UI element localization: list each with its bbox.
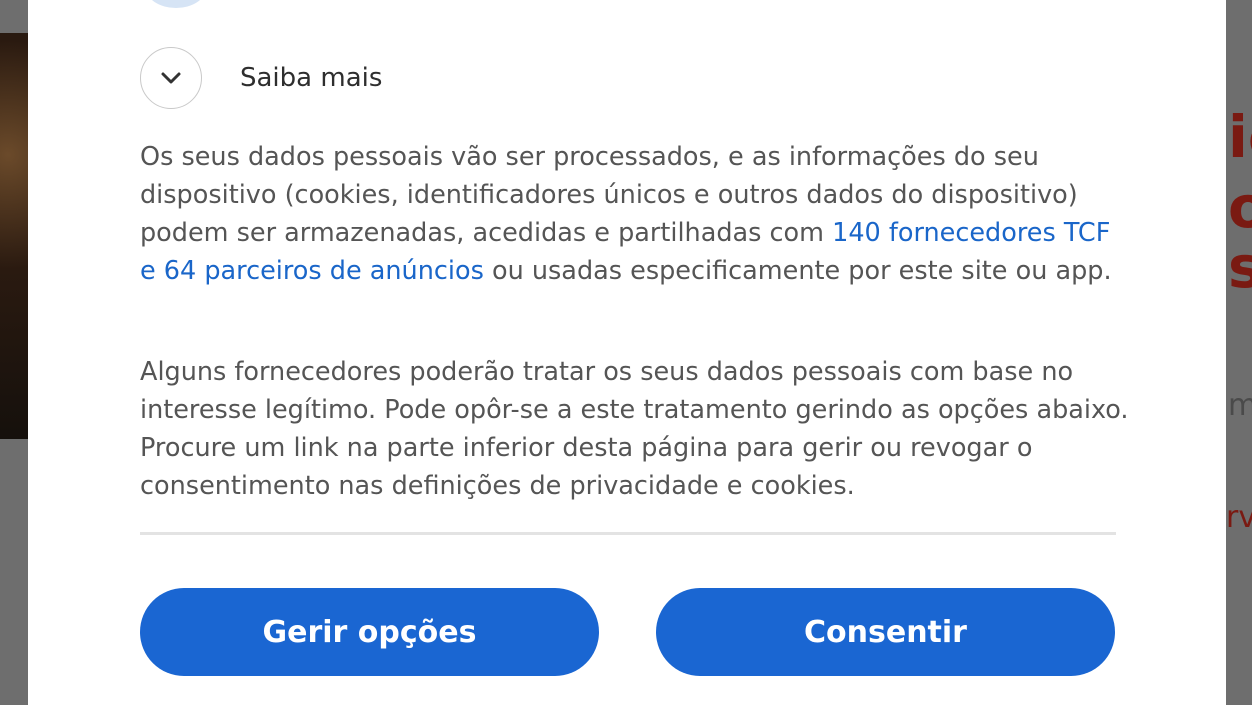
background-headline-fragment-3: s: [1228, 233, 1252, 301]
manage-options-button[interactable]: Gerir opções: [140, 588, 599, 676]
learn-more-label: Saiba mais: [240, 63, 383, 93]
background-headline-fragment-2: os: [1228, 173, 1252, 241]
learn-more-toggle[interactable]: Saiba mais: [140, 46, 382, 110]
background-text-fragment-2: rv: [1226, 500, 1252, 535]
background-text-fragment-1: m: [1228, 388, 1252, 423]
background-headline-fragment-1: ic: [1228, 103, 1252, 171]
partial-icon-circle: [146, 0, 206, 8]
consent-description: Os seus dados pessoais vão ser processad…: [140, 138, 1130, 290]
learn-more-expand-button[interactable]: [140, 47, 202, 109]
consent-dialog: Saiba mais Os seus dados pessoais vão se…: [28, 0, 1226, 705]
chevron-down-icon: [161, 72, 181, 84]
divider: [140, 532, 1116, 535]
legitimate-interest-description: Alguns fornecedores poderão tratar os se…: [140, 357, 1129, 501]
consent-description-text-end: ou usadas especificamente por este site …: [483, 256, 1112, 286]
consent-button[interactable]: Consentir: [656, 588, 1115, 676]
